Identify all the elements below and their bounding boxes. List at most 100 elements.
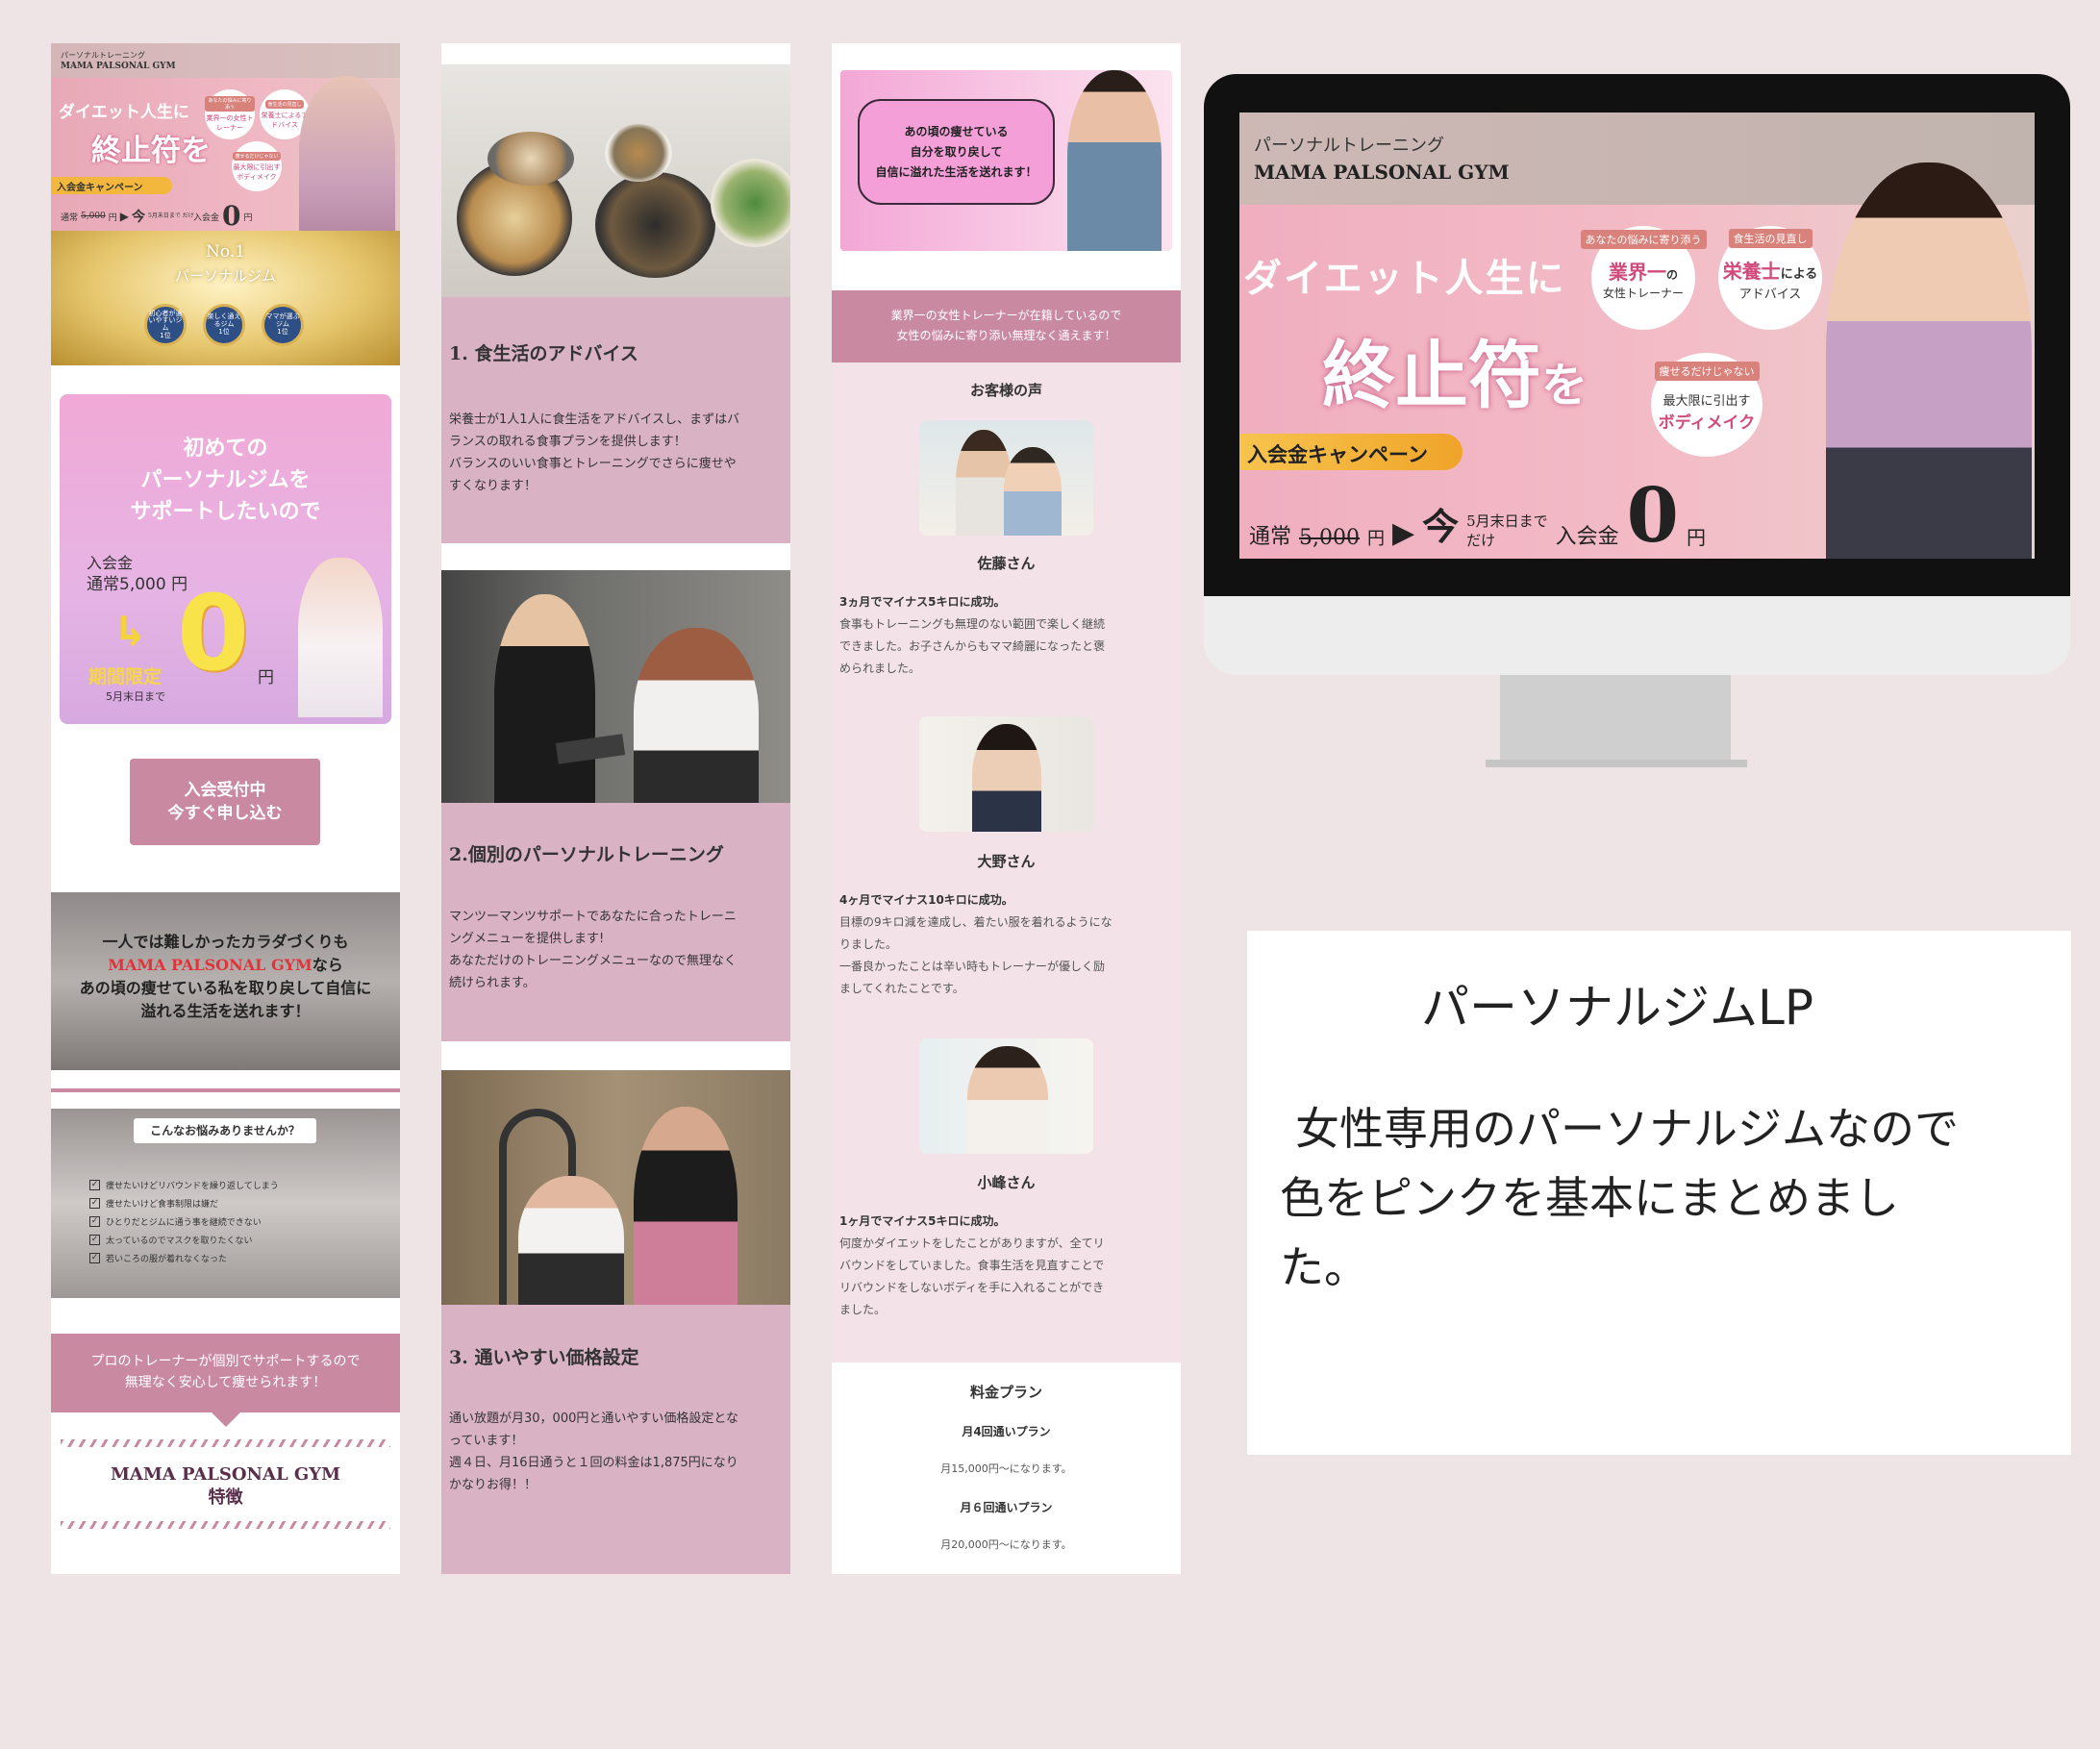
desktop-badge-2-sub: アドバイス (1738, 287, 1802, 302)
feature-3-title: 3. 通いやすい価格設定 (449, 1347, 639, 1368)
medal-2-text: 楽しく通えるジム (207, 312, 241, 329)
pro-line-2: 無理なく安心して痩せられます！ (124, 1375, 327, 1390)
desktop-old-price: 5,000 (1299, 526, 1360, 550)
voice-2-photo (919, 716, 1093, 832)
voice-2-line: 目標の9キロ減を達成し、着たい服を着れるようにな (839, 915, 1112, 929)
promo-headline: 初めての パーソナルジムを サポートしたいので (60, 433, 391, 528)
hero-header-strip (51, 43, 400, 78)
bowl-2 (595, 172, 715, 278)
mobile-lp-column-1: パーソナルトレーニング MAMA PALSONAL GYM ダイエット人生に 終… (51, 43, 400, 1574)
worry-text: ひとりだとジムに通う事を継続できない (106, 1218, 262, 1228)
feature-2-line: あなただけのトレーニングメニューなので無理なく (449, 954, 738, 968)
desktop-until: 5月末日まで (1466, 512, 1548, 530)
voice-1-line: められました。 (839, 662, 921, 675)
hero-price-row: 通常 5,000 円 ▶ 今 5月末日まで だけ 入会金 0 円 (61, 203, 253, 230)
desktop-until-block: 5月末日まで だけ (1466, 512, 1548, 550)
hero-badge-1: あなたの悩みに寄り添う 業界一の女性トレーナー (205, 89, 255, 139)
desktop-badge-1-no: の (1665, 268, 1678, 282)
pricing-title: 料金プラン (969, 1384, 1042, 1401)
promo-limited: 期間限定 (88, 666, 162, 687)
medal-3-text: ママが選ぶジム (265, 312, 300, 329)
model-photo (1067, 70, 1162, 251)
no1-title: No.1 (205, 242, 246, 262)
voice-3-head: 1ヶ月でマイナス5キロに成功。 (839, 1214, 1006, 1228)
features-label: 特徴 (208, 1487, 243, 1508)
worry-item: ✓ 痩せたいけど食事制限は嫌だ (89, 1197, 279, 1210)
promo-normal-price: 通常5,000 円 (87, 575, 188, 594)
trainer-consultation-photo (441, 570, 790, 803)
promo-line-1: 初めての (183, 437, 268, 461)
hero-badge-1-tag: あなたの悩みに寄り添う (205, 96, 255, 112)
desktop-price-row: 通常 5,000 円 ▶ 今 5月末日まで だけ 入会金 0 円 (1249, 479, 1706, 554)
play-icon: ▶ (1392, 516, 1415, 550)
worry-item: ✓ 太っているのでマスクを取りたくない (89, 1234, 279, 1246)
voice-2-text: 4ヶ月でマイナス10キロに成功。 目標の9キロ減を達成し、着たい服を着れるように… (839, 889, 1176, 1000)
bubble-line-3: 自信に溢れた生活を送れます！ (875, 164, 1038, 179)
apply-button-line-1: 入会受付中 (184, 781, 266, 800)
caption-line-2: 色をピンクを基本にまとめまし (1280, 1172, 1899, 1224)
desktop-model-photo (1826, 162, 2032, 559)
voice-3-text: 1ヶ月でマイナス5キロに成功。 何度かダイエットをしたことがありますが、全てリ … (839, 1211, 1176, 1321)
no1-award-banner: No.1 パーソナルジム 初心者が通いやすいジム 1位 楽しく通えるジム 1位 ママ… (51, 231, 400, 365)
desktop-yen: 円 (1367, 529, 1385, 549)
hero-until: 5月末日まで (148, 212, 181, 219)
monitor-stand-neck (1500, 675, 1731, 764)
hero-badge-3-text: 最大限に引出すボディメイク (233, 162, 281, 181)
desktop-badge-2-main: 栄養士 (1722, 260, 1781, 283)
hero-line2: 終止符を (91, 134, 211, 168)
voice-3-name: 小峰さん (977, 1174, 1036, 1191)
entry-fee-promo-card: 初めての パーソナルジムを サポートしたいので 入会金 通常5,000 円 ↳ … (60, 394, 391, 724)
desktop-badge-3-sub: ボディメイク (1658, 413, 1756, 433)
desktop-subtitle: パーソナルトレーニング (1254, 136, 1444, 156)
voice-2-line: りました。 (839, 937, 898, 951)
hero-old-price: 5,000 (81, 212, 106, 221)
gym-message-banner: 一人では難しかったカラダづくりも MAMA PALSONAL GYMなら あの頃… (51, 892, 400, 1070)
hero-badge-3: 痩せるだけじゃない 最大限に引出すボディメイク (232, 141, 282, 191)
stripe-divider (61, 1439, 390, 1447)
gym-message-line-2: MAMA PALSONAL GYMなら (51, 954, 400, 977)
feature-3-line: っています！ (449, 1434, 524, 1448)
medal-1-text: 初心者が通いやすいジム (148, 309, 183, 332)
promo-zero: 0 (177, 574, 250, 694)
caption-line-1: 女性専用のパーソナルジムなので (1295, 1103, 1959, 1155)
woman-figure (967, 1046, 1048, 1154)
feature-3-line: かなりお得！！ (449, 1478, 538, 1492)
hero-model-photo (299, 76, 395, 231)
promo-yen: 円 (258, 668, 274, 687)
worry-item: ✓ 若いころの服が着れなくなった (89, 1252, 279, 1264)
hero-card: あの頃の痩せている 自分を取り戻して 自信に溢れた生活を送れます！ (840, 70, 1172, 251)
pro-line-1: プロのトレーナーが個別でサポートするので (90, 1354, 361, 1369)
banner-line-2: 女性の悩みに寄り添い無理なく通えます！ (896, 329, 1116, 342)
voice-2-line: 一番良かったことは辛い時もトレーナーが優しく励 (839, 960, 1106, 973)
feature-1-line: バランスのいい食事とトレーニングでさらに痩せや (449, 457, 737, 471)
apply-now-button[interactable]: 入会受付中 今すぐ申し込む (130, 759, 320, 845)
pro-trainer-banner: プロのトレーナーが個別でサポートするので 無理なく安心して痩せられます！ (51, 1334, 400, 1412)
gym-message-brand: MAMA PALSONAL GYM (108, 956, 312, 974)
stripe-divider (61, 1521, 390, 1529)
hero-yen2: 円 (243, 212, 253, 223)
promo-line-2: パーソナルジムを (140, 468, 311, 492)
desktop-badge-2: 食生活の見直し 栄養士による アドバイス (1718, 226, 1822, 330)
voice-1-text: 3ヵ月でマイナス5キロに成功。 食事もトレーニングも無理のない範囲で楽しく継続 … (839, 591, 1176, 680)
worry-text: 痩せたいけどリバウンドを繰り返してしまう (106, 1182, 279, 1191)
voice-1-line: できました。お子さんからもママ綺麗になったと褒 (839, 639, 1106, 653)
trainer-figure (634, 1107, 738, 1305)
desktop-line1: ダイエット人生に (1243, 256, 1566, 301)
gym-message-nara: なら (312, 956, 343, 974)
checkbox-icon: ✓ (89, 1198, 100, 1209)
feature-2-title: 2.個別のパーソナルトレーニング (449, 844, 724, 865)
trainer-banner: 業界一の女性トレーナーが在籍しているので 女性の悩みに寄り添い無理なく通えます！ (832, 290, 1181, 362)
machine-training-photo (441, 1070, 790, 1305)
desktop-badge-3: 痩せるだけじゃない 最大限に引出す ボディメイク (1651, 353, 1762, 457)
gym-message-line-3: あの頃の痩せている私を取り戻して自信に (79, 979, 372, 997)
section-gap (441, 1041, 790, 1070)
feature-2-line: ングメニューを提供します! (449, 932, 605, 946)
feature-1-body: 栄養士が1人1人に食生活をアドバイスし、まずはバ ランスの取れる食事プランを提供… (449, 409, 786, 497)
bowl-4 (488, 132, 574, 186)
banner-line-1: 業界一の女性トレーナーが在籍しているので (890, 309, 1122, 322)
top-gap (441, 43, 790, 64)
meal-photo (441, 64, 790, 297)
worries-section: こんなお悩みありませんか？ ✓ 痩せたいけどリバウンドを繰り返してしまう ✓ 痩せた… (51, 1109, 400, 1298)
child-figure (1004, 447, 1062, 536)
desktop-normal: 通常 (1249, 525, 1292, 549)
